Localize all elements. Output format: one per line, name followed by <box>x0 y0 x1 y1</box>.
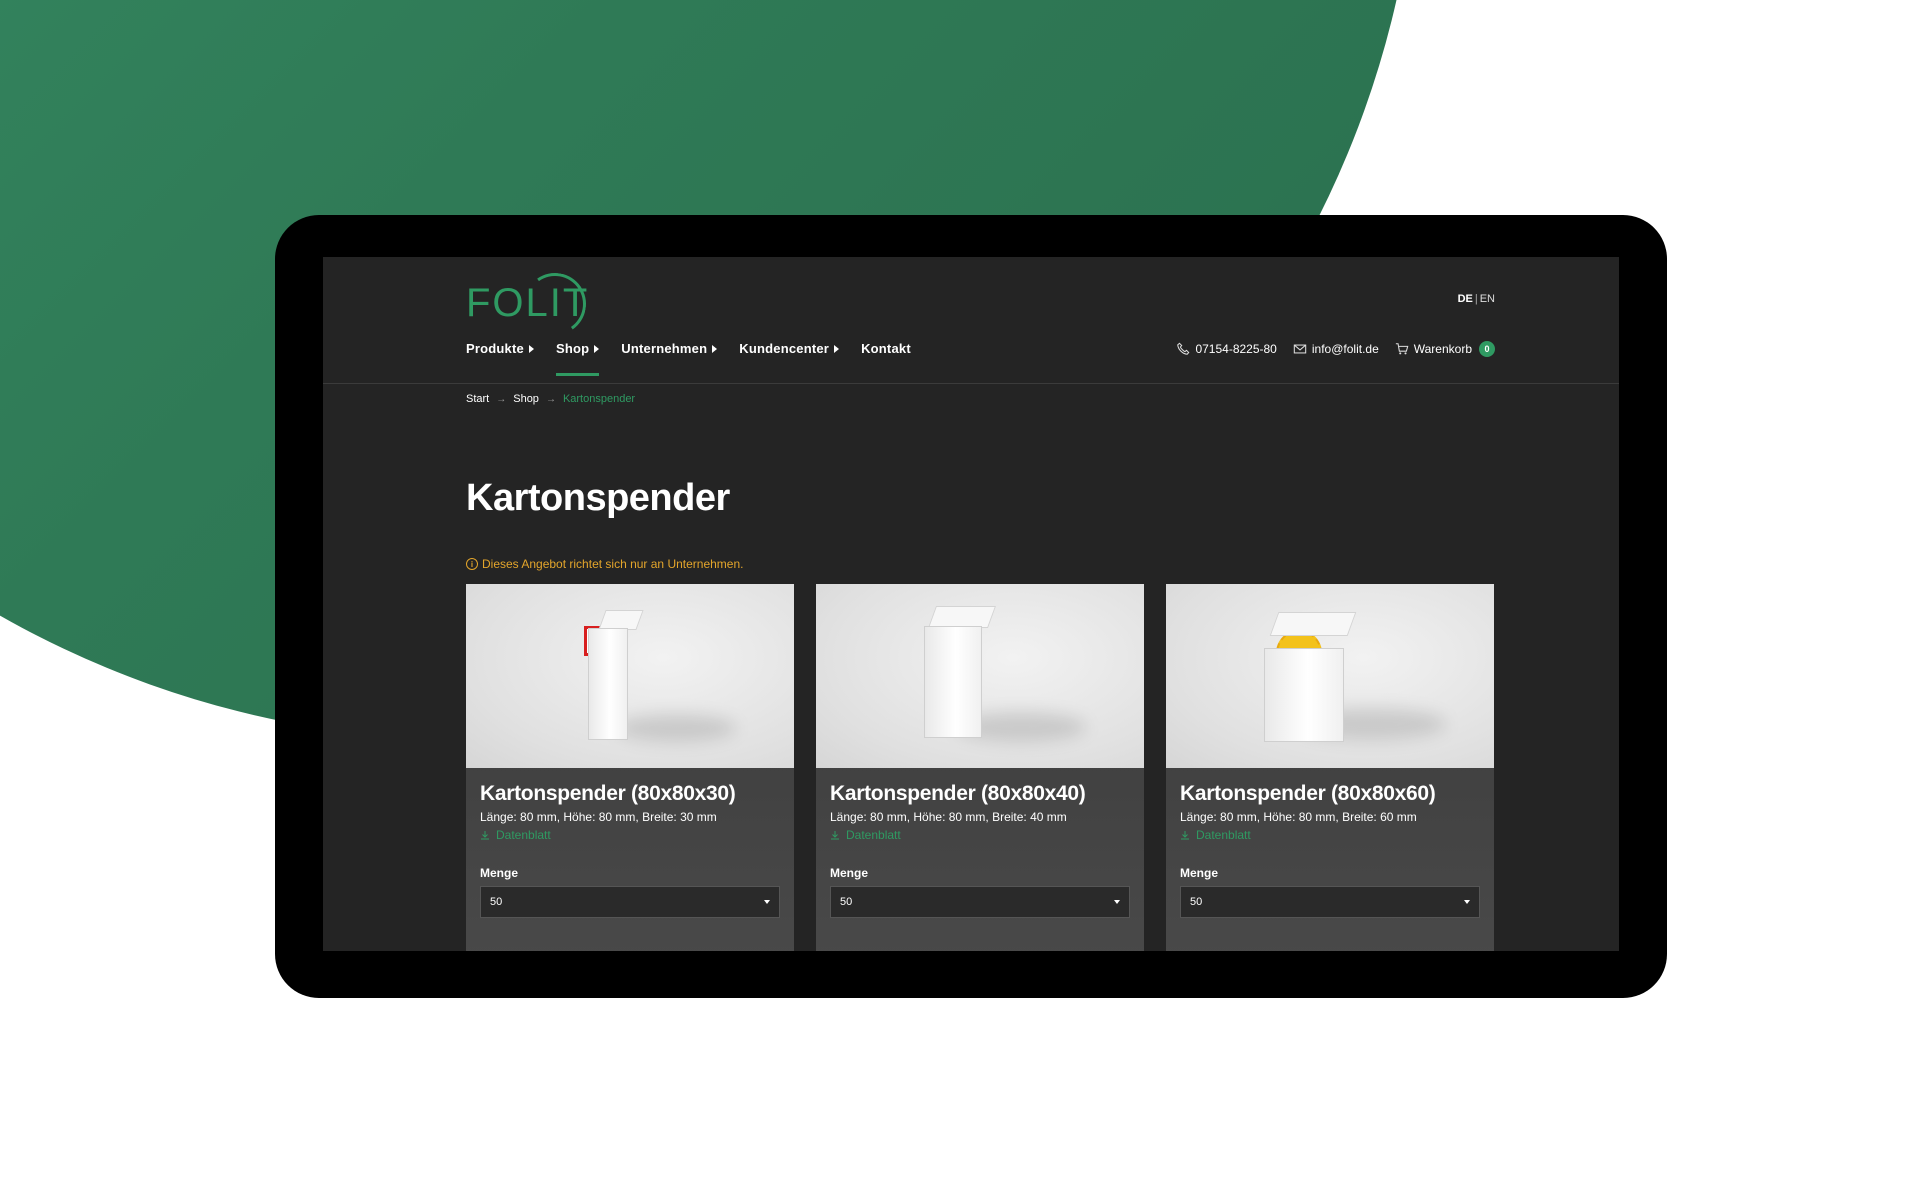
carton-box <box>588 628 628 740</box>
caret-right-icon <box>528 344 534 353</box>
nav-label: Produkte <box>466 341 524 356</box>
folit-logo[interactable]: FOLIT <box>466 268 591 340</box>
browser-screen: FOLIT DE | EN Produkte Shop Unternehmen … <box>323 257 1619 951</box>
logo-arc-icon <box>519 268 591 340</box>
product-dimensions: Länge: 80 mm, Höhe: 80 mm, Breite: 60 mm <box>1180 810 1417 824</box>
cart-count-badge: 0 <box>1479 341 1495 357</box>
presentation-stage: FOLIT DE | EN Produkte Shop Unternehmen … <box>0 0 1920 1200</box>
product-image[interactable] <box>466 584 794 768</box>
nav-item-unternehmen[interactable]: Unternehmen <box>621 341 718 376</box>
breadcrumb-start[interactable]: Start <box>466 393 489 405</box>
quantity-select[interactable]: 50 <box>480 886 780 918</box>
carton-box <box>924 626 982 738</box>
datasheet-link[interactable]: Datenblatt <box>480 828 780 842</box>
download-icon <box>831 831 839 840</box>
download-icon <box>1181 831 1189 840</box>
chevron-down-icon <box>1114 900 1120 904</box>
chevron-down-icon <box>1464 900 1470 904</box>
notice-text: Dieses Angebot richtet sich nur an Unter… <box>482 557 744 571</box>
breadcrumb-current: Kartonspender <box>562 393 636 405</box>
breadcrumb-arrow-icon: → <box>545 393 556 405</box>
quantity-select[interactable]: 50 <box>1180 886 1480 918</box>
lang-de[interactable]: DE <box>1458 293 1473 305</box>
device-frame: FOLIT DE | EN Produkte Shop Unternehmen … <box>275 215 1667 998</box>
datasheet-label: Datenblatt <box>496 828 551 842</box>
cart-label: Warenkorb <box>1413 342 1472 356</box>
quantity-value: 50 <box>490 896 503 908</box>
product-card: Kartonspender (80x80x60) Länge: 80 mm, H… <box>1166 584 1494 951</box>
nav-item-produkte[interactable]: Produkte <box>466 341 534 376</box>
box-top <box>1269 612 1357 636</box>
cart-icon <box>1395 343 1409 355</box>
product-grid: Kartonspender (80x80x30) Länge: 80 mm, H… <box>466 584 1494 951</box>
lang-en[interactable]: EN <box>1480 293 1495 305</box>
quantity-select[interactable]: 50 <box>830 886 1130 918</box>
phone-number: 07154-8225-80 <box>1195 342 1277 356</box>
box-top <box>598 610 644 630</box>
breadcrumb: Start → Shop → Kartonspender <box>466 393 635 405</box>
chevron-down-icon <box>764 900 770 904</box>
product-card: Kartonspender (80x80x30) Länge: 80 mm, H… <box>466 584 794 951</box>
nav-item-kundencenter[interactable]: Kundencenter <box>739 341 840 376</box>
download-icon <box>481 831 489 840</box>
lang-separator: | <box>1474 293 1478 305</box>
nav-item-kontakt[interactable]: Kontakt <box>861 341 911 376</box>
cart-link[interactable]: Warenkorb 0 <box>1395 341 1495 357</box>
box-shadow <box>616 714 736 742</box>
email-address: info@folit.de <box>1311 342 1379 356</box>
product-card: Kartonspender (80x80x40) Länge: 80 mm, H… <box>816 584 1144 951</box>
product-info: Kartonspender (80x80x30) Länge: 80 mm, H… <box>466 768 794 932</box>
box-top <box>927 606 997 628</box>
nav-item-shop[interactable]: Shop <box>555 341 600 376</box>
product-info: Kartonspender (80x80x40) Länge: 80 mm, H… <box>816 768 1144 932</box>
product-title[interactable]: Kartonspender (80x80x60) <box>1180 782 1480 806</box>
product-info: Kartonspender (80x80x60) Länge: 80 mm, H… <box>1166 768 1494 932</box>
caret-right-icon <box>834 344 840 353</box>
datasheet-label: Datenblatt <box>846 828 901 842</box>
caret-right-icon <box>712 344 718 353</box>
product-image[interactable] <box>1166 584 1494 768</box>
nav-label: Kontakt <box>861 341 911 356</box>
breadcrumb-arrow-icon: → <box>496 393 507 405</box>
caret-right-icon <box>594 344 600 353</box>
email-link[interactable]: info@folit.de <box>1293 342 1379 356</box>
header-contact: 07154-8225-80 info@folit.de Warenkorb 0 <box>1176 341 1495 357</box>
phone-icon <box>1177 342 1190 355</box>
quantity-label: Menge <box>1180 866 1219 880</box>
datasheet-label: Datenblatt <box>1196 828 1251 842</box>
product-title[interactable]: Kartonspender (80x80x30) <box>480 782 780 806</box>
mail-icon <box>1293 344 1307 354</box>
quantity-value: 50 <box>840 896 853 908</box>
nav-label: Kundencenter <box>739 341 830 356</box>
nav-label: Unternehmen <box>621 341 708 356</box>
info-icon: i <box>466 558 478 570</box>
main-nav: Produkte Shop Unternehmen Kundencenter K… <box>466 341 911 376</box>
language-switcher: DE | EN <box>1458 293 1495 305</box>
phone-link[interactable]: 07154-8225-80 <box>1176 342 1277 356</box>
nav-label: Shop <box>555 341 590 356</box>
quantity-label: Menge <box>480 866 519 880</box>
quantity-value: 50 <box>1190 896 1203 908</box>
quantity-label: Menge <box>830 866 869 880</box>
page-title: Kartonspender <box>466 477 730 519</box>
carton-box <box>1264 648 1344 742</box>
business-notice: i Dieses Angebot richtet sich nur an Unt… <box>466 557 743 571</box>
breadcrumb-shop[interactable]: Shop <box>513 393 539 405</box>
datasheet-link[interactable]: Datenblatt <box>1180 828 1480 842</box>
datasheet-link[interactable]: Datenblatt <box>830 828 1130 842</box>
product-dimensions: Länge: 80 mm, Höhe: 80 mm, Breite: 30 mm <box>480 810 717 824</box>
site-header: FOLIT DE | EN Produkte Shop Unternehmen … <box>323 257 1619 384</box>
product-image[interactable] <box>816 584 1144 768</box>
product-dimensions: Länge: 80 mm, Höhe: 80 mm, Breite: 40 mm <box>830 810 1067 824</box>
product-title[interactable]: Kartonspender (80x80x40) <box>830 782 1130 806</box>
